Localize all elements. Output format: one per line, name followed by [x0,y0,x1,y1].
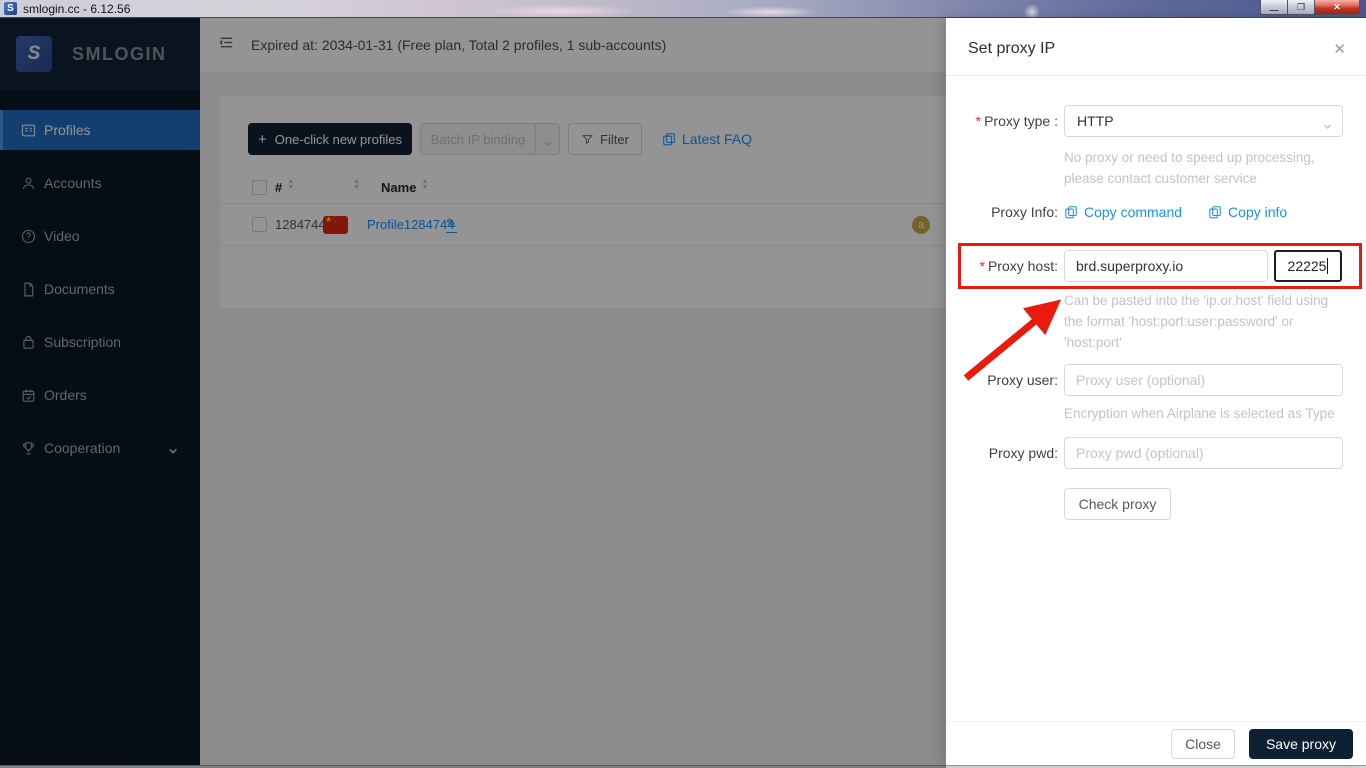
proxy-user-help: Encryption when Airplane is selected as … [1064,403,1348,424]
titlebar[interactable]: S smlogin.cc - 6.12.56 — ❐ ✕ [0,0,1366,18]
copy-icon [1208,205,1222,219]
save-proxy-button[interactable]: Save proxy [1249,729,1353,759]
copy-icon [1064,205,1078,219]
minimize-button[interactable]: — [1260,0,1288,15]
app-icon: S [4,2,17,15]
drawer-footer: Close Save proxy [946,721,1366,765]
set-proxy-drawer: Set proxy IP ✕ *Proxy type : HTTP No pro… [946,18,1366,765]
proxy-type-label: *Proxy type : [946,113,1058,129]
copy-command-link[interactable]: Copy command [1064,204,1182,220]
close-window-button[interactable]: ✕ [1315,0,1360,15]
chevron-down-icon [1323,118,1332,127]
text-caret [1327,258,1328,274]
proxy-user-input[interactable] [1064,364,1343,396]
proxy-pwd-input[interactable] [1064,437,1343,469]
proxy-user-label: Proxy user: [946,372,1058,388]
proxy-info-label: Proxy Info: [946,204,1058,220]
app-window: S smlogin.cc - 6.12.56 — ❐ ✕ S SMLOGIN P… [0,0,1366,768]
proxy-host-label: *Proxy host: [946,258,1058,274]
proxy-type-select[interactable]: HTTP [1064,105,1343,137]
check-proxy-button[interactable]: Check proxy [1064,488,1171,520]
copy-info-link[interactable]: Copy info [1208,204,1287,220]
close-button[interactable]: Close [1171,729,1235,759]
restore-button[interactable]: ❐ [1288,0,1315,15]
proxy-pwd-label: Proxy pwd: [946,445,1058,461]
modal-overlay[interactable] [0,18,946,768]
proxy-host-help: Can be pasted into the 'ip.or.host' fiel… [1064,290,1348,353]
proxy-type-help: No proxy or need to speed up processing,… [1064,147,1348,189]
window-title: smlogin.cc - 6.12.56 [23,2,130,16]
proxy-port-input[interactable]: 22225 [1274,250,1342,282]
proxy-host-input[interactable] [1064,250,1268,282]
